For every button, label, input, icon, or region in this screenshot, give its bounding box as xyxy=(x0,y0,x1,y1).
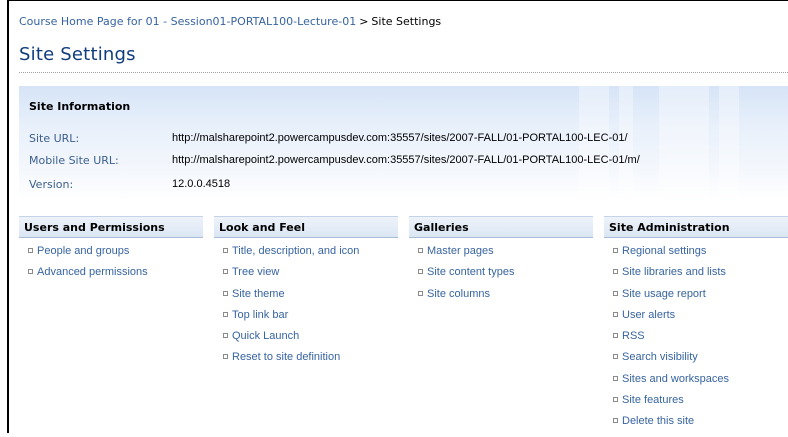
link-label: RSS xyxy=(622,330,645,343)
version-label: Version: xyxy=(29,178,74,191)
section-link-list: Regional settings Site libraries and lis… xyxy=(604,245,788,437)
bullet-icon xyxy=(613,248,618,253)
section-link-list: People and groups Advanced permissions xyxy=(19,245,203,288)
page-title: Site Settings xyxy=(19,44,136,65)
bullet-icon xyxy=(418,269,423,275)
site-columns-link[interactable]: Site columns xyxy=(409,288,593,309)
site-usage-report-link[interactable]: Site usage report xyxy=(604,288,788,309)
bullet-icon xyxy=(613,354,618,360)
breadcrumb-separator: > xyxy=(359,15,369,28)
section-link-list: Master pages Site content types Site col… xyxy=(409,245,593,309)
bullet-icon xyxy=(613,311,618,317)
site-url-value: http://malsharepoint2.powercampusdev.com… xyxy=(172,132,628,144)
section-heading: Look and Feel xyxy=(214,216,398,238)
tree-view-link[interactable]: Tree view xyxy=(214,266,398,287)
link-label: User alerts xyxy=(622,308,676,321)
link-label: Site libraries and lists xyxy=(622,266,726,279)
section-heading: Galleries xyxy=(409,216,593,238)
link-label: Title, description, and icon xyxy=(232,245,360,257)
quick-launch-link[interactable]: Quick Launch xyxy=(214,330,398,351)
bullet-icon xyxy=(223,354,228,360)
link-label: People and groups xyxy=(37,245,130,257)
section-heading: Site Administration xyxy=(604,216,788,238)
link-label: Site columns xyxy=(427,287,490,300)
link-label: Sites and workspaces xyxy=(622,372,729,385)
delete-this-site-link[interactable]: Delete this site xyxy=(604,415,788,436)
breadcrumb: Course Home Page for 01 - Session01-PORT… xyxy=(19,15,441,28)
bullet-icon xyxy=(223,269,228,275)
section-heading: Users and Permissions xyxy=(19,216,203,238)
bullet-icon xyxy=(613,397,618,403)
bullet-icon xyxy=(223,248,228,253)
sites-and-workspaces-link[interactable]: Sites and workspaces xyxy=(604,373,788,394)
bullet-icon xyxy=(28,269,33,275)
site-libraries-and-lists-link[interactable]: Site libraries and lists xyxy=(604,266,788,287)
look-and-feel-section: Look and Feel Title, description, and ic… xyxy=(214,216,398,373)
site-theme-link[interactable]: Site theme xyxy=(214,288,398,309)
link-label: Reset to site definition xyxy=(232,351,341,364)
bullet-icon xyxy=(418,248,423,253)
site-information-panel: Site Information Site URL: http://malsha… xyxy=(19,86,788,201)
users-and-permissions-section: Users and Permissions People and groups … xyxy=(19,216,203,288)
breadcrumb-current: Site Settings xyxy=(371,15,442,28)
link-label: Site features xyxy=(622,394,684,407)
regional-settings-link[interactable]: Regional settings xyxy=(604,245,788,266)
advanced-permissions-link[interactable]: Advanced permissions xyxy=(19,266,203,287)
link-label: Master pages xyxy=(427,245,494,257)
title-divider xyxy=(19,72,788,73)
user-alerts-link[interactable]: User alerts xyxy=(604,309,788,330)
top-link-bar-link[interactable]: Top link bar xyxy=(214,309,398,330)
link-label: Delete this site xyxy=(622,415,695,428)
site-content-types-link[interactable]: Site content types xyxy=(409,266,593,287)
bullet-icon xyxy=(613,269,618,275)
panel-decoration xyxy=(659,86,709,201)
bullet-icon xyxy=(223,290,228,296)
link-label: Regional settings xyxy=(622,245,707,257)
master-pages-link[interactable]: Master pages xyxy=(409,245,593,266)
site-administration-section: Site Administration Regional settings Si… xyxy=(604,216,788,437)
bullet-icon xyxy=(613,418,618,424)
bullet-icon xyxy=(613,290,618,296)
bullet-icon xyxy=(28,248,33,253)
mobile-url-label: Mobile Site URL: xyxy=(29,154,119,167)
mobile-url-value: http://malsharepoint2.powercampusdev.com… xyxy=(172,154,640,166)
bullet-icon xyxy=(613,375,618,381)
window-left-border xyxy=(7,0,9,433)
window-top-border xyxy=(7,0,788,1)
people-and-groups-link[interactable]: People and groups xyxy=(19,245,203,266)
bullet-icon xyxy=(613,333,618,339)
title-description-icon-link[interactable]: Title, description, and icon xyxy=(214,245,398,266)
link-label: Tree view xyxy=(232,266,280,279)
galleries-section: Galleries Master pages Site content type… xyxy=(409,216,593,309)
bullet-icon xyxy=(223,333,228,339)
section-link-list: Title, description, and icon Tree view S… xyxy=(214,245,398,373)
search-visibility-link[interactable]: Search visibility xyxy=(604,351,788,372)
link-label: Site usage report xyxy=(622,287,706,300)
link-label: Site theme xyxy=(232,287,285,300)
link-label: Search visibility xyxy=(622,351,698,364)
bullet-icon xyxy=(418,290,423,296)
link-label: Site content types xyxy=(427,266,515,279)
version-value: 12.0.0.4518 xyxy=(172,178,231,190)
site-settings-page: Course Home Page for 01 - Session01-PORT… xyxy=(0,0,788,433)
link-label: Quick Launch xyxy=(232,330,300,343)
link-label: Advanced permissions xyxy=(37,266,148,279)
link-label: Top link bar xyxy=(232,308,289,321)
rss-link[interactable]: RSS xyxy=(604,330,788,351)
site-features-link[interactable]: Site features xyxy=(604,394,788,415)
site-information-heading: Site Information xyxy=(29,100,131,113)
panel-decoration xyxy=(719,86,739,201)
bullet-icon xyxy=(223,311,228,317)
reset-to-site-definition-link[interactable]: Reset to site definition xyxy=(214,351,398,372)
breadcrumb-course-home-link[interactable]: Course Home Page for 01 - Session01-PORT… xyxy=(19,15,356,28)
site-url-label: Site URL: xyxy=(29,132,80,145)
